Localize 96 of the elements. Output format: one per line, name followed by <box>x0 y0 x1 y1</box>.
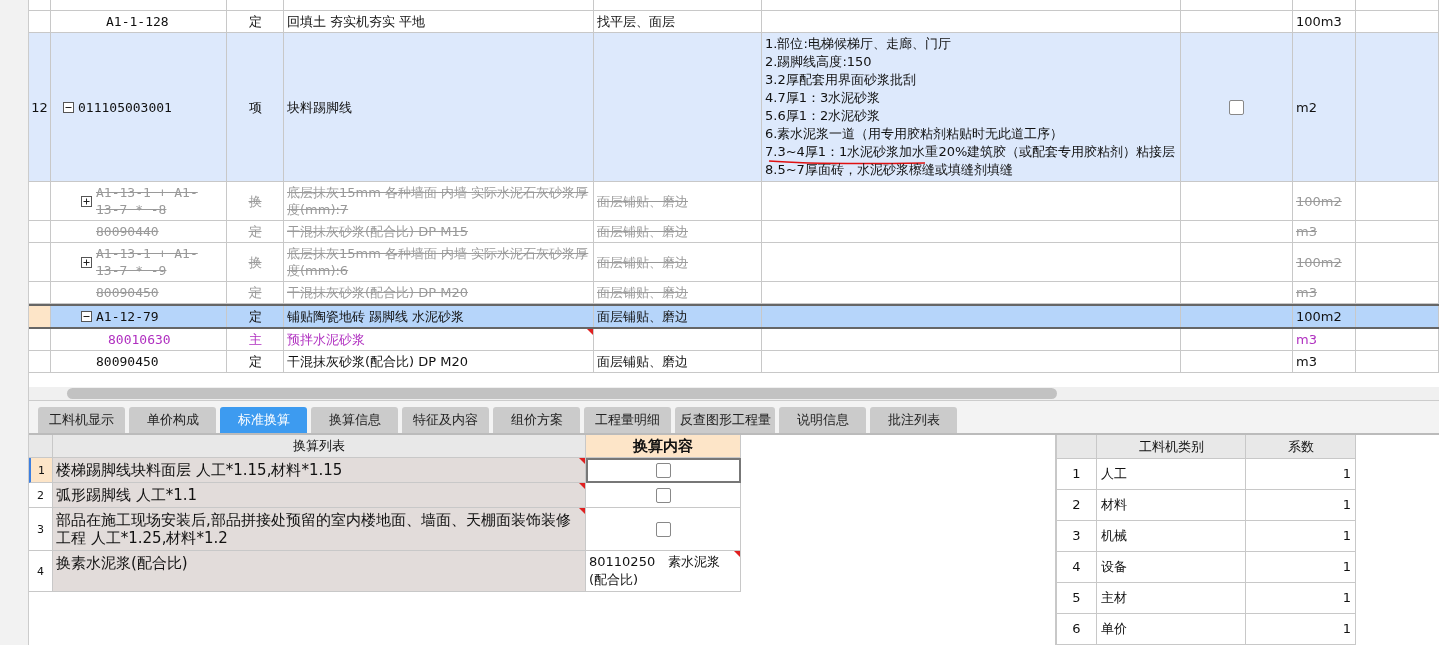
item-type: 定 <box>248 284 262 301</box>
item-code: 80090450 <box>96 353 159 370</box>
coefficient-cell: 1 <box>1246 552 1356 583</box>
column-header: 系数 <box>1246 435 1356 459</box>
column-header: 换算内容 <box>586 435 741 458</box>
unit: 100m2 <box>1296 192 1342 210</box>
feature-line: 2.踢脚线高度:150 <box>765 54 872 69</box>
unit: m2 <box>1296 98 1317 116</box>
work-content: 面层铺贴、磨边 <box>597 308 688 325</box>
item-code: A1-13-1 + A1-13-7 * -8 <box>96 184 198 218</box>
item-name: 回填土 夯实机夯实 平地 <box>287 13 426 30</box>
conversion-rule: 楼梯踢脚线块料面层 人工*1.15,材料*1.15 <box>56 461 343 479</box>
tab[interactable]: 工程量明细 <box>584 407 671 433</box>
row-number: 2 <box>1057 490 1097 521</box>
coefficient-cell: 1 <box>1246 614 1356 645</box>
row-number: 12 <box>29 33 51 181</box>
conversion-rule: 部品在施工现场安装后,部品拼接处预留的室内楼地面、墙面、天棚面装饰装修工程 人工*1.25,材料*1.2 <box>56 511 571 547</box>
item-code: A1-1-128 <box>106 13 169 30</box>
collapse-icon[interactable] <box>81 311 92 322</box>
horizontal-scrollbar[interactable] <box>29 387 1439 401</box>
work-content: 面层铺贴、磨边 <box>597 253 688 271</box>
unit: m3 <box>1296 284 1317 301</box>
work-content: 面层铺贴、磨边 <box>597 353 688 370</box>
item-type: 主 <box>248 331 262 348</box>
tab[interactable]: 单价构成 <box>129 407 216 433</box>
tab[interactable]: 批注列表 <box>870 407 957 433</box>
row-number: 3 <box>1057 521 1097 552</box>
row-number: 1 <box>29 458 53 483</box>
item-name: 预拌水泥砂浆 <box>287 331 365 348</box>
conversion-rule: 换素水泥浆(配合比) <box>56 554 188 572</box>
work-content: 面层铺贴、磨边 <box>597 284 688 301</box>
feature-line: 8.5~7厚面砖，水泥砂浆檫缝或填缝剂填缝 <box>765 162 1013 177</box>
checkbox[interactable] <box>656 463 671 478</box>
item-code: 80090450 <box>96 284 159 301</box>
feature-line: 3.2厚配套用界面砂浆批刮 <box>765 72 916 87</box>
unit: m3 <box>1296 353 1317 370</box>
unit: m3 <box>1296 331 1317 348</box>
item-code: A1-12-79 <box>96 308 159 325</box>
tab[interactable]: 组价方案 <box>493 407 580 433</box>
work-content: 面层铺贴、磨边 <box>597 192 688 210</box>
item-type: 定 <box>248 353 262 370</box>
coefficient-cell: 1 <box>1246 490 1356 521</box>
item-code: 011105003001 <box>78 98 172 116</box>
feature-line: 7.3~4厚1：1水泥砂浆加水重20%建筑胶（或配套专用胶粘剂）粘接层 <box>765 144 1176 159</box>
item-name: 底层抹灰15mm 各种墙面 内墙 实际水泥石灰砂浆厚度(mm):6 <box>287 245 590 279</box>
category-cell: 人工 <box>1097 459 1246 490</box>
item-type: 定 <box>248 223 262 240</box>
category-cell: 材料 <box>1097 490 1246 521</box>
item-type: 换 <box>248 192 262 210</box>
item-code: 80090440 <box>96 223 159 240</box>
item-type: 项 <box>248 98 262 116</box>
column-header: 工料机类别 <box>1097 435 1246 459</box>
coefficient-cell: 1 <box>1246 459 1356 490</box>
unit: m3 <box>1296 223 1317 240</box>
tab[interactable]: 说明信息 <box>779 407 866 433</box>
item-name: 块料踢脚线 <box>287 98 352 116</box>
checkbox[interactable] <box>655 487 671 503</box>
feature-line: 5.6厚1：2水泥砂浆 <box>765 108 881 123</box>
item-type: 定 <box>248 308 262 325</box>
item-code: A1-13-1 + A1-13-7 * -9 <box>96 245 198 279</box>
category-cell: 设备 <box>1097 552 1246 583</box>
coefficient-cell: 1 <box>1246 521 1356 552</box>
item-name: 干混抹灰砂浆(配合比) DP M20 <box>287 353 469 370</box>
unit: 100m3 <box>1296 13 1342 30</box>
item-name: 底层抹灰15mm 各种墙面 内墙 实际水泥石灰砂浆厚度(mm):7 <box>287 184 590 218</box>
checkbox[interactable] <box>1229 99 1244 115</box>
collapse-icon[interactable] <box>63 101 74 113</box>
tab[interactable]: 换算信息 <box>311 407 398 433</box>
coefficient-cell: 1 <box>1246 583 1356 614</box>
item-type: 换 <box>248 253 262 271</box>
row-number: 6 <box>1057 614 1097 645</box>
work-content: 面层铺贴、磨边 <box>597 223 688 240</box>
feature-line: 6.素水泥浆一道（用专用胶粘剂粘贴时无此道工序） <box>765 126 1064 141</box>
item-type: 定 <box>248 13 262 30</box>
tab[interactable]: 工料机显示 <box>38 407 125 433</box>
conversion-content: 80110250 素水泥浆(配合比) <box>589 553 722 589</box>
unit: 100m2 <box>1296 253 1342 271</box>
category-cell: 单价 <box>1097 614 1246 645</box>
category-cell: 主材 <box>1097 583 1246 614</box>
item-name: 干混抹灰砂浆(配合比) DP M15 <box>287 223 469 240</box>
tab[interactable]: 反查图形工程量 <box>675 407 775 433</box>
row-number: 5 <box>1057 583 1097 614</box>
feature-line: 4.7厚1：3水泥砂浆 <box>765 90 881 105</box>
item-code: 80010630 <box>108 331 171 348</box>
tab[interactable]: 特征及内容 <box>402 407 489 433</box>
row-number: 1 <box>1057 459 1097 490</box>
work-content: 找平层、面层 <box>597 13 675 30</box>
column-header: 换算列表 <box>53 435 586 458</box>
checkbox[interactable] <box>655 521 671 537</box>
conversion-rule: 弧形踢脚线 人工*1.1 <box>56 486 198 504</box>
item-name: 铺贴陶瓷地砖 踢脚线 水泥砂浆 <box>287 308 465 325</box>
row-number: 4 <box>1057 552 1097 583</box>
category-cell: 机械 <box>1097 521 1246 552</box>
unit: 100m2 <box>1296 308 1342 325</box>
item-name: 干混抹灰砂浆(配合比) DP M20 <box>287 284 469 301</box>
feature-line: 1.部位:电梯候梯厅、走廊、门厅 <box>765 36 951 51</box>
